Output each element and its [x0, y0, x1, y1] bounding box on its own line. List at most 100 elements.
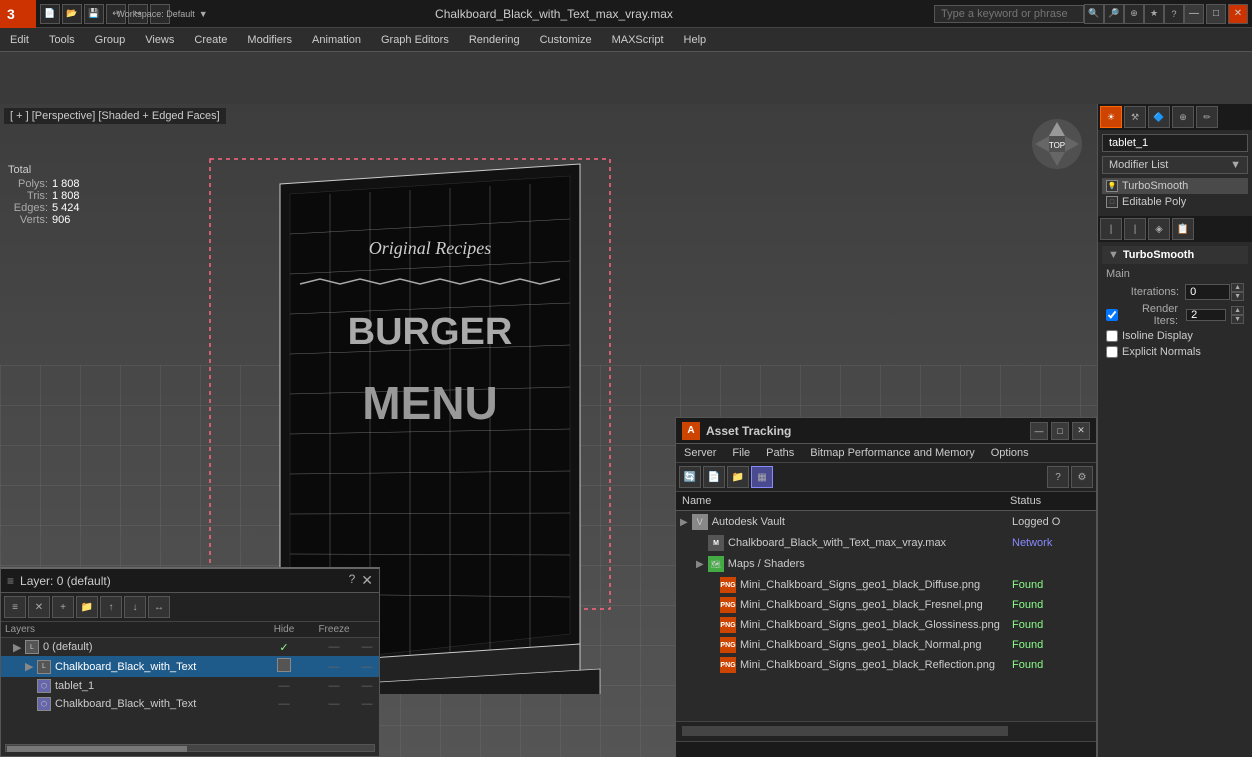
layer-move-down-icon[interactable]: ↓: [124, 596, 146, 618]
asset-menu-bitmap-perf[interactable]: Bitmap Performance and Memory: [802, 444, 982, 462]
menu-animation[interactable]: Animation: [302, 31, 371, 49]
menu-create[interactable]: Create: [184, 31, 237, 49]
menu-edit[interactable]: Edit: [0, 31, 39, 49]
turbosmooth-section-label: TurboSmooth: [1123, 249, 1194, 261]
menu-maxscript[interactable]: MAXScript: [602, 31, 674, 49]
layer-name-default: 0 (default): [43, 641, 259, 653]
stats-panel: Total Polys: 1 808 Tris: 1 808 Edges: 5 …: [8, 164, 80, 226]
asset-item-fresnel[interactable]: PNG Mini_Chalkboard_Signs_geo1_black_Fre…: [676, 595, 1096, 615]
main-label-row: Main: [1098, 266, 1252, 282]
asset-item-glossiness[interactable]: PNG Mini_Chalkboard_Signs_geo1_black_Glo…: [676, 615, 1096, 635]
explicit-normals-label: Explicit Normals: [1122, 346, 1201, 358]
render-iters-spinner[interactable]: ▲ ▼: [1231, 306, 1244, 324]
asset-table-icon[interactable]: ▦: [751, 466, 773, 488]
viewport[interactable]: [ + ] [Perspective] [Shaded + Edged Face…: [0, 104, 1097, 757]
render-iters-checkbox[interactable]: [1106, 309, 1118, 321]
layer-name-chalkboard2: Chalkboard_Black_with_Text: [55, 698, 259, 710]
asset-settings-icon[interactable]: ⚙: [1071, 466, 1093, 488]
asset-folder-icon[interactable]: 📁: [727, 466, 749, 488]
isoline-checkbox[interactable]: [1106, 330, 1118, 342]
display-props-icon[interactable]: ✏: [1196, 106, 1218, 128]
layer-row-tablet[interactable]: ⬡ tablet_1 — — —: [1, 677, 379, 695]
layer-scrollbar-thumb[interactable]: [7, 746, 187, 752]
crosshair-icon[interactable]: ⊕: [1124, 4, 1144, 24]
hierarchy-icon[interactable]: 🔷: [1148, 106, 1170, 128]
new-icon[interactable]: 📄: [40, 4, 60, 24]
modifier-editable-poly[interactable]: □ Editable Poly: [1102, 194, 1248, 210]
asset-item-diffuse[interactable]: PNG Mini_Chalkboard_Signs_geo1_black_Dif…: [676, 575, 1096, 595]
layer-row-chalkboard[interactable]: ▶ L Chalkboard_Black_with_Text — —: [1, 656, 379, 677]
make-unique-icon[interactable]: ◈: [1148, 218, 1170, 240]
layer-add-icon[interactable]: +: [52, 596, 74, 618]
layer-extra-chalkboard: —: [359, 661, 375, 673]
explicit-normals-checkbox[interactable]: [1106, 346, 1118, 358]
save-icon[interactable]: 💾: [84, 4, 104, 24]
close-button[interactable]: ✕: [1228, 4, 1248, 24]
stats-edges-row: Edges: 5 424: [8, 202, 80, 214]
asset-item-max-file[interactable]: M Chalkboard_Black_with_Text_max_vray.ma…: [676, 533, 1096, 553]
modifier-list-dropdown[interactable]: Modifier List ▼: [1102, 156, 1248, 174]
asset-group-maps[interactable]: ▶ 🗺 Maps / Shaders: [676, 553, 1096, 575]
asset-group-vault[interactable]: ▶ V Autodesk Vault Logged O: [676, 511, 1096, 533]
iterations-input[interactable]: [1185, 284, 1230, 300]
layer-menu-icon[interactable]: ≡: [4, 596, 26, 618]
modify-icon[interactable]: ⚒: [1124, 106, 1146, 128]
display-icon[interactable]: ☀: [1100, 106, 1122, 128]
layer-folder-icon[interactable]: 📁: [76, 596, 98, 618]
viewport-compass[interactable]: TOP: [1027, 114, 1087, 174]
menu-views[interactable]: Views: [135, 31, 184, 49]
layer-move-icon[interactable]: ↔: [148, 596, 170, 618]
svg-text:Original Recipes: Original Recipes: [369, 238, 491, 258]
menu-customize[interactable]: Customize: [530, 31, 602, 49]
tris-label: Tris:: [8, 190, 48, 202]
minimize-button[interactable]: —: [1184, 4, 1204, 24]
asset-menu-paths[interactable]: Paths: [758, 444, 802, 462]
iterations-spinner[interactable]: ▲ ▼: [1231, 283, 1244, 301]
workspace-btn[interactable]: Workspace: Default▼: [150, 4, 170, 24]
render-iters-input[interactable]: [1186, 309, 1226, 321]
menu-help[interactable]: Help: [674, 31, 717, 49]
object-name-field[interactable]: tablet_1: [1102, 134, 1248, 152]
menu-modifiers[interactable]: Modifiers: [237, 31, 302, 49]
asset-menu-file[interactable]: File: [724, 444, 758, 462]
layer-panel-close-icon[interactable]: ✕: [361, 572, 373, 589]
layer-panel-help-icon[interactable]: ?: [349, 572, 356, 589]
search-input[interactable]: [934, 5, 1084, 23]
menu-group[interactable]: Group: [85, 31, 136, 49]
menu-rendering[interactable]: Rendering: [459, 31, 530, 49]
remove-modifier-icon[interactable]: 📋: [1172, 218, 1194, 240]
maximize-button[interactable]: □: [1206, 4, 1226, 24]
layer-scrollbar[interactable]: [5, 744, 375, 752]
star-icon[interactable]: ★: [1144, 4, 1164, 24]
asset-minimize-button[interactable]: —: [1030, 422, 1048, 440]
modifier-turbosmooth[interactable]: 💡 TurboSmooth: [1102, 178, 1248, 194]
menu-graph-editors[interactable]: Graph Editors: [371, 31, 459, 49]
layer-row-chalkboard2[interactable]: ⬡ Chalkboard_Black_with_Text — — —: [1, 695, 379, 713]
asset-close-button[interactable]: ✕: [1072, 422, 1090, 440]
layer-move-up-icon[interactable]: ↑: [100, 596, 122, 618]
motion-icon[interactable]: ⊕: [1172, 106, 1194, 128]
open-icon[interactable]: 📂: [62, 4, 82, 24]
menu-tools[interactable]: Tools: [39, 31, 85, 49]
hide-col-header: Hide: [259, 624, 309, 635]
asset-logo: A: [682, 422, 700, 440]
search-icon[interactable]: 🔍: [1084, 4, 1104, 24]
layer-delete-icon[interactable]: ✕: [28, 596, 50, 618]
asset-menu-options[interactable]: Options: [983, 444, 1037, 462]
asset-refresh-icon[interactable]: 🔄: [679, 466, 701, 488]
asset-menu-server[interactable]: Server: [676, 444, 724, 462]
svg-text:TOP: TOP: [1049, 141, 1065, 150]
asset-maximize-button[interactable]: □: [1051, 422, 1069, 440]
asset-item-normal[interactable]: PNG Mini_Chalkboard_Signs_geo1_black_Nor…: [676, 635, 1096, 655]
layer-dash2-tablet: —: [309, 680, 359, 692]
show-end-result-icon[interactable]: |: [1124, 218, 1146, 240]
help-icon[interactable]: ?: [1164, 4, 1184, 24]
layer-row-default[interactable]: ▶ L 0 (default) ✓ — —: [1, 638, 379, 656]
pin-stack-icon[interactable]: |: [1100, 218, 1122, 240]
asset-doc-icon[interactable]: 📄: [703, 466, 725, 488]
asset-help-icon[interactable]: ?: [1047, 466, 1069, 488]
app-logo: 3: [0, 0, 36, 28]
asset-item-reflection[interactable]: PNG Mini_Chalkboard_Signs_geo1_black_Ref…: [676, 655, 1096, 675]
magnify-icon[interactable]: 🔎: [1104, 4, 1124, 24]
layer-dash-chalkboard: —: [309, 661, 359, 673]
